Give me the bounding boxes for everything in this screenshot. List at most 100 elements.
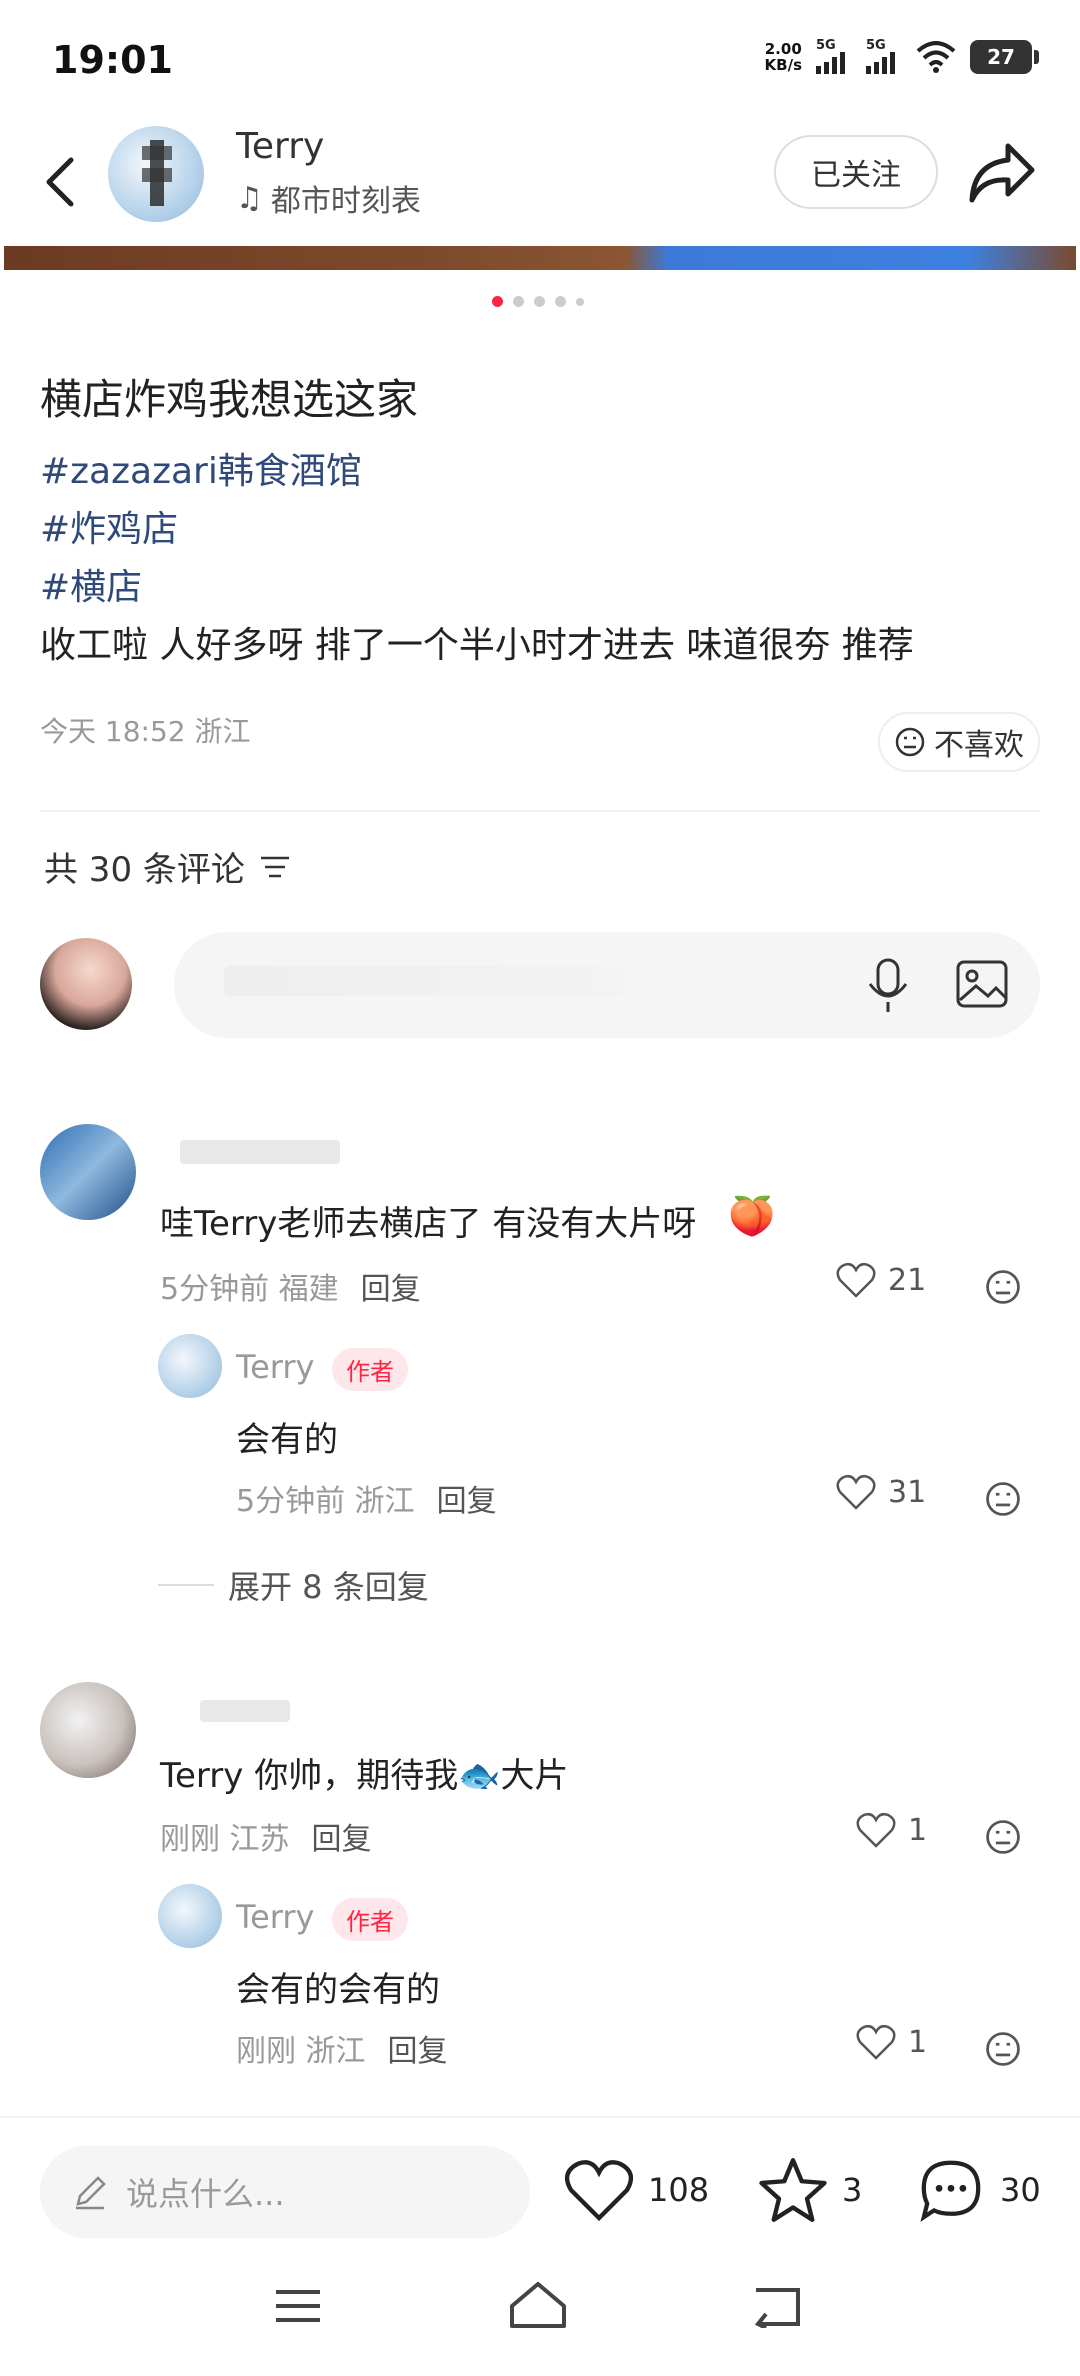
like-button[interactable]: 1 [856,2024,927,2060]
like-count: 1 [908,2024,928,2060]
heart-icon [856,1812,896,1848]
back-nav-icon[interactable] [752,2284,804,2328]
comment-text: 哇Terry老师去横店了 有没有大片呀 [160,1204,697,1244]
system-nav-bar [0,2266,1080,2376]
expand-replies-button[interactable]: 展开 8 条回复 [158,1562,429,1608]
image-pager-dots [492,296,584,307]
comment-count-label: 共 30 条评论 [44,850,245,890]
commenter-name-blurred[interactable] [200,1700,290,1722]
commenter-avatar[interactable] [40,1682,136,1778]
commenter-name-blurred[interactable] [180,1140,340,1164]
post-comment-button[interactable]: 30 [916,2156,1041,2224]
music-title: 都市时刻表 [270,184,421,219]
reply-meta: 刚刚 浙江 回复 [236,2026,448,2070]
divider [40,810,1040,812]
neutral-face-icon [895,727,925,757]
reply-time: 刚刚 浙江 [236,2034,366,2069]
pencil-icon [76,2176,106,2210]
post-like-button[interactable]: 108 [564,2158,709,2222]
status-icons: 2.00 KB/s 5G 5G 27 [765,38,1039,74]
net-speed: 2.00 KB/s [765,41,802,73]
reply-button[interactable]: 回复 [312,1814,372,1858]
dislike-face-icon[interactable] [984,1268,1022,1306]
dislike-face-icon[interactable] [984,2030,1022,2068]
comment-input[interactable] [174,932,1040,1038]
say-something-input[interactable]: 说点什么... [40,2146,530,2238]
dislike-button[interactable]: 不喜欢 [878,712,1040,772]
expand-label: 展开 8 条回复 [228,1568,429,1606]
reply-avatar[interactable] [158,1334,222,1398]
heart-icon [856,2024,896,2060]
dislike-label: 不喜欢 [934,728,1024,763]
star-icon [759,2158,827,2222]
comment-meta: 刚刚 江苏 回复 [160,1814,372,1858]
comment-count: 共 30 条评论 [44,842,291,891]
commenter-avatar[interactable] [40,1124,136,1220]
like-button[interactable]: 31 [836,1474,926,1510]
author-name[interactable]: Terry [236,126,324,167]
reply-time: 5分钟前 浙江 [236,1484,415,1519]
share-icon [969,143,1035,203]
post-title: 横店炸鸡我想选这家 [40,375,419,424]
back-button[interactable] [30,142,90,222]
my-avatar [40,938,132,1030]
reply-avatar[interactable] [158,1884,222,1948]
battery-icon: 27 [970,40,1039,74]
sort-icon[interactable] [259,854,291,880]
heart-icon [564,2160,634,2222]
post-comment-count: 30 [1000,2171,1041,2209]
like-count: 31 [888,1474,927,1510]
reply-author-name[interactable]: Terry [236,1348,314,1386]
peach-emoji-icon: 🍑 [728,1194,776,1238]
author-avatar[interactable] [108,126,204,222]
author-badge: 作者 [332,1348,408,1391]
follow-button[interactable]: 已关注 [774,135,938,209]
post-star-button[interactable]: 3 [758,2156,862,2224]
signal-1-label: 5G [816,38,836,53]
reply-meta: 5分钟前 浙江 回复 [236,1476,497,1520]
reply-button[interactable]: 回复 [388,2026,448,2070]
home-icon[interactable] [508,2280,568,2330]
comment-time: 5分钟前 福建 [160,1272,339,1307]
heart-icon [836,1262,876,1298]
post-meta: 今天 18:52 浙江 [40,715,251,748]
net-speed-value: 2.00 [764,40,802,58]
signal-2-label: 5G [866,38,886,53]
expand-line [158,1584,214,1586]
dislike-face-icon[interactable] [984,1480,1022,1518]
signal-icon-2: 5G [866,38,902,74]
status-time: 19:01 [52,38,173,82]
post-star-count: 3 [842,2171,863,2209]
pager-dot [555,296,566,307]
comment-meta: 5分钟前 福建 回复 [160,1264,421,1308]
menu-icon[interactable] [274,2286,322,2326]
like-count: 21 [888,1262,927,1298]
hashtag[interactable]: #炸鸡店 [40,500,178,552]
author-badge: 作者 [332,1898,408,1941]
hashtag[interactable]: #zazazari韩食酒馆 [40,442,362,494]
pager-dot [534,296,545,307]
share-button[interactable] [966,140,1038,206]
hashtag[interactable]: #横店 [40,558,142,610]
like-count: 1 [908,1812,928,1848]
post-like-count: 108 [648,2171,710,2209]
comment-text: Terry 你帅，期待我🐟大片 [160,1756,569,1796]
status-bar: 19:01 2.00 KB/s 5G 5G 27 [0,0,1080,120]
like-button[interactable]: 1 [856,1812,927,1848]
net-speed-unit: KB/s [764,56,802,74]
post-image[interactable] [4,246,1076,270]
comment-input-placeholder [224,966,624,996]
image-icon[interactable] [954,956,1010,1012]
comment-bubble-icon [920,2160,981,2223]
reply-button[interactable]: 回复 [437,1476,497,1520]
mic-icon[interactable] [866,956,910,1016]
wifi-icon [916,41,956,73]
reply-author-name[interactable]: Terry [236,1898,314,1936]
reply-button[interactable]: 回复 [361,1264,421,1308]
reply-text: 会有的会有的 [236,1970,440,2010]
like-button[interactable]: 21 [836,1262,926,1298]
reply-text: 会有的 [236,1420,338,1460]
dislike-face-icon[interactable] [984,1818,1022,1856]
heart-icon [836,1474,876,1510]
music-line[interactable]: ♫ 都市时刻表 [236,176,421,220]
